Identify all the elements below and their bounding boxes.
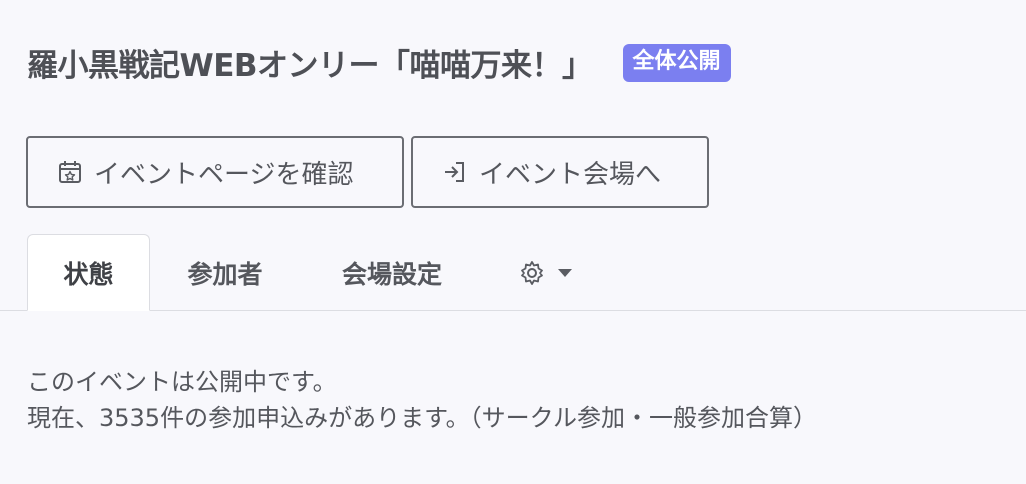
enter-venue-label: イベント会場へ bbox=[479, 159, 662, 190]
title-row: 羅小黒戦記WEBオンリー「喵喵万来！」 全体公開 bbox=[27, 40, 731, 85]
enter-venue-button[interactable]: イベント会場へ bbox=[411, 136, 709, 208]
gear-icon bbox=[518, 259, 546, 287]
view-event-page-button[interactable]: イベントページを確認 bbox=[26, 136, 404, 208]
tab-venue-settings[interactable]: 会場設定 bbox=[312, 234, 472, 311]
tab-status[interactable]: 状態 bbox=[27, 234, 150, 311]
tab-bar: 状態 参加者 会場設定 bbox=[0, 234, 1026, 312]
sign-in-icon bbox=[441, 158, 469, 186]
status-message: このイベントは公開中です。 現在、3535件の参加申込みがあります。（サークル参… bbox=[27, 364, 817, 436]
view-event-page-label: イベントページを確認 bbox=[94, 159, 354, 190]
status-line-published: このイベントは公開中です。 bbox=[27, 368, 337, 396]
settings-dropdown[interactable] bbox=[505, 234, 585, 311]
chevron-down-icon bbox=[558, 268, 572, 277]
page-title: 羅小黒戦記WEBオンリー「喵喵万来！」 bbox=[27, 48, 593, 84]
visibility-badge: 全体公開 bbox=[622, 43, 731, 82]
status-line-applications: 現在、3535件の参加申込みがあります。（サークル参加・一般参加合算） bbox=[27, 404, 817, 432]
calendar-star-icon bbox=[56, 158, 84, 186]
tab-participants[interactable]: 参加者 bbox=[160, 234, 290, 311]
